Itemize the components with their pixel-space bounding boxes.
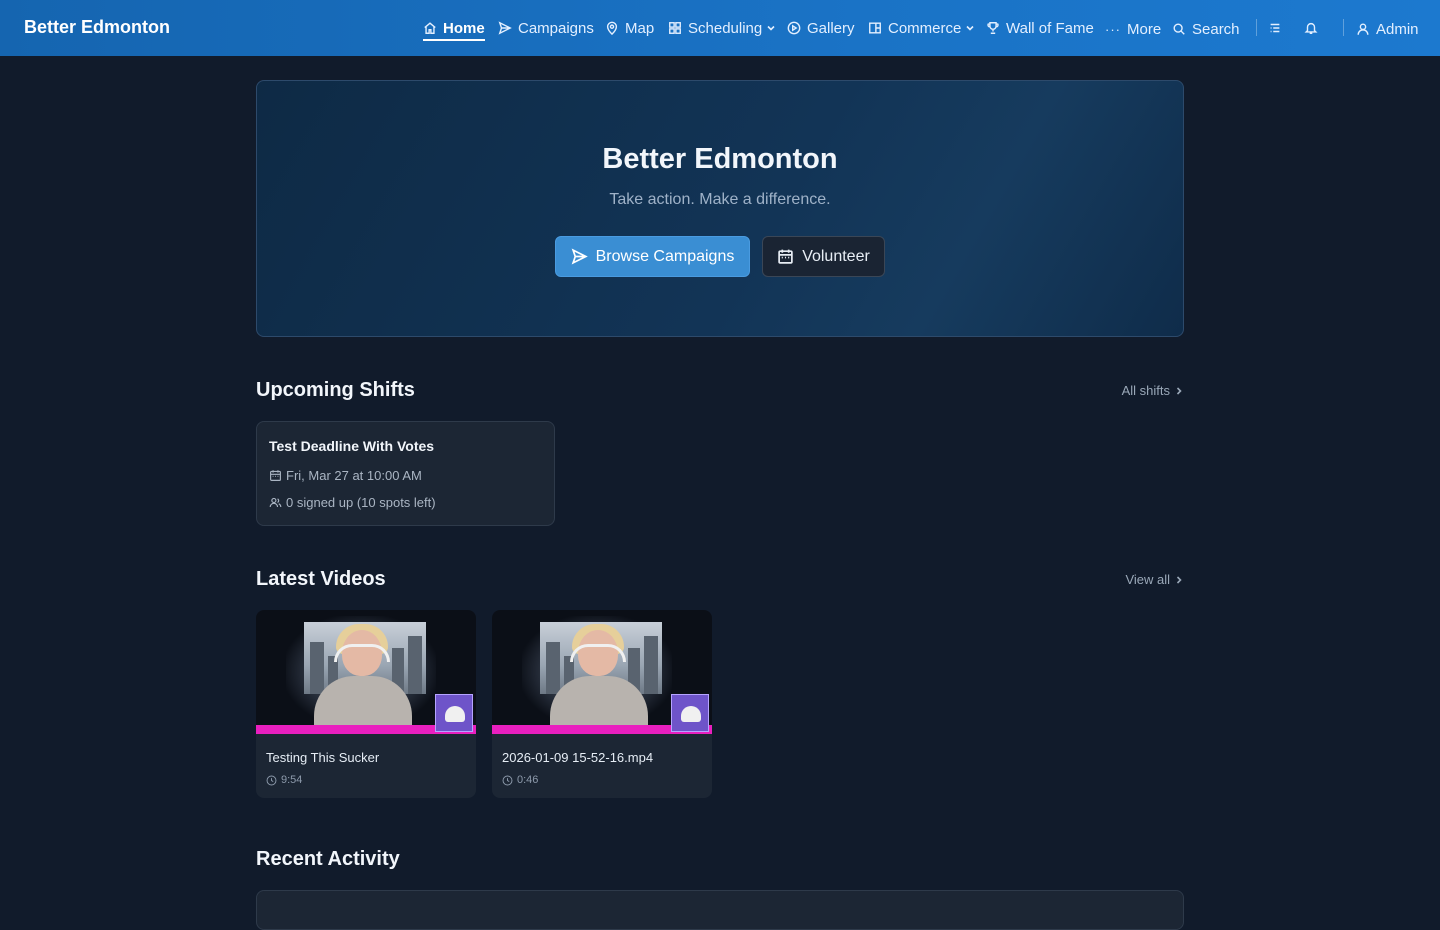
video-card[interactable]: Testing This Sucker 9:54 <box>256 610 476 798</box>
video-duration: 9:54 <box>266 774 302 786</box>
nav-more-label: More <box>1127 20 1162 38</box>
browse-campaigns-button[interactable]: Browse Campaigns <box>555 236 750 277</box>
send-icon <box>498 21 512 35</box>
shift-datetime: Fri, Mar 27 at 10:00 AM <box>286 468 422 483</box>
clock-icon <box>502 775 513 785</box>
nav-campaigns[interactable]: Campaigns <box>498 0 594 56</box>
shift-datetime-row: Fri, Mar 27 at 10:00 AM <box>269 468 422 483</box>
hero-subtitle: Take action. Make a difference. <box>609 191 831 208</box>
home-icon <box>424 22 436 34</box>
video-duration-value: 9:54 <box>281 774 303 786</box>
shift-signups: 0 signed up (10 spots left) <box>286 495 436 510</box>
volunteer-button[interactable]: Volunteer <box>762 236 885 277</box>
calendar-icon <box>270 470 281 481</box>
store-icon <box>869 22 881 34</box>
nav-commerce[interactable]: Commerce <box>868 0 975 56</box>
send-icon <box>571 248 588 265</box>
view-all-videos-link[interactable]: View all <box>1125 572 1184 587</box>
admin-label: Admin <box>1376 20 1419 38</box>
recent-activity-card <box>256 890 1184 930</box>
nav-map-label: Map <box>625 19 655 37</box>
video-title: Testing This Sucker <box>266 750 380 765</box>
chevron-right-icon <box>1176 386 1182 395</box>
video-thumbnail[interactable] <box>492 610 712 734</box>
chevron-right-icon <box>1176 575 1182 584</box>
nav-divider <box>1256 19 1257 36</box>
all-shifts-link[interactable]: All shifts <box>1122 383 1184 398</box>
trophy-icon <box>987 22 999 34</box>
bell-icon <box>1304 22 1318 34</box>
latest-videos-heading: Latest Videos <box>256 568 386 590</box>
video-duration-value: 0:46 <box>517 774 539 786</box>
hero-title: Better Edmonton <box>602 143 838 175</box>
view-all-label: View all <box>1125 572 1170 587</box>
volunteer-label: Volunteer <box>802 247 870 265</box>
video-thumbnail[interactable] <box>256 610 476 734</box>
play-circle-icon <box>787 21 801 35</box>
upcoming-shifts-heading: Upcoming Shifts <box>256 379 415 401</box>
map-pin-icon <box>606 21 618 35</box>
shift-card[interactable]: Test Deadline With Votes Fri, Mar 27 at … <box>256 421 555 526</box>
list-icon <box>1270 23 1280 33</box>
nav-map[interactable]: Map <box>605 0 654 56</box>
search-button[interactable]: Search <box>1172 1 1240 57</box>
video-title: 2026-01-09 15-52-16.mp4 <box>502 750 654 765</box>
users-icon <box>269 497 282 508</box>
user-icon <box>1357 23 1369 35</box>
nav-home-label: Home <box>443 19 485 37</box>
channel-logo-icon <box>671 694 709 732</box>
notifications-button[interactable] <box>1304 0 1318 56</box>
nav-divider <box>1343 19 1344 36</box>
admin-menu[interactable]: Admin <box>1356 1 1419 57</box>
browse-campaigns-label: Browse Campaigns <box>595 247 735 265</box>
all-shifts-label: All shifts <box>1121 383 1170 398</box>
grid-icon <box>669 22 681 34</box>
nav-scheduling-label: Scheduling <box>688 19 763 37</box>
channel-logo-icon <box>435 694 473 732</box>
nav-wall-of-fame[interactable]: Wall of Fame <box>986 0 1094 56</box>
hero-banner: Better Edmonton Take action. Make a diff… <box>256 80 1184 337</box>
nav-gallery-label: Gallery <box>807 19 855 37</box>
clock-icon <box>266 775 277 785</box>
menu-toggle-button[interactable] <box>1268 0 1282 56</box>
nav-commerce-label: Commerce <box>888 19 962 37</box>
nav-wall-of-fame-label: Wall of Fame <box>1006 19 1094 37</box>
video-card[interactable]: 2026-01-09 15-52-16.mp4 0:46 <box>492 610 712 798</box>
shift-title: Test Deadline With Votes <box>269 438 435 454</box>
calendar-icon <box>778 249 793 264</box>
chevron-down-icon <box>767 25 775 31</box>
nav-scheduling[interactable]: Scheduling <box>668 0 776 56</box>
nav-campaigns-label: Campaigns <box>518 19 594 37</box>
nav-more[interactable]: ··· More <box>1105 1 1161 57</box>
chevron-down-icon <box>966 25 974 31</box>
recent-activity-heading: Recent Activity <box>256 848 400 870</box>
nav-gallery[interactable]: Gallery <box>787 0 855 56</box>
search-label: Search <box>1192 20 1240 38</box>
top-navbar: Better Edmonton Home Campaigns Map Sched… <box>0 0 1440 56</box>
more-dots-icon: ··· <box>1105 21 1121 37</box>
shift-signups-row: 0 signed up (10 spots left) <box>269 495 436 510</box>
brand-logo[interactable]: Better Edmonton <box>24 17 170 38</box>
nav-home[interactable]: Home <box>423 0 485 56</box>
search-icon <box>1173 23 1185 35</box>
video-duration: 0:46 <box>502 774 538 786</box>
